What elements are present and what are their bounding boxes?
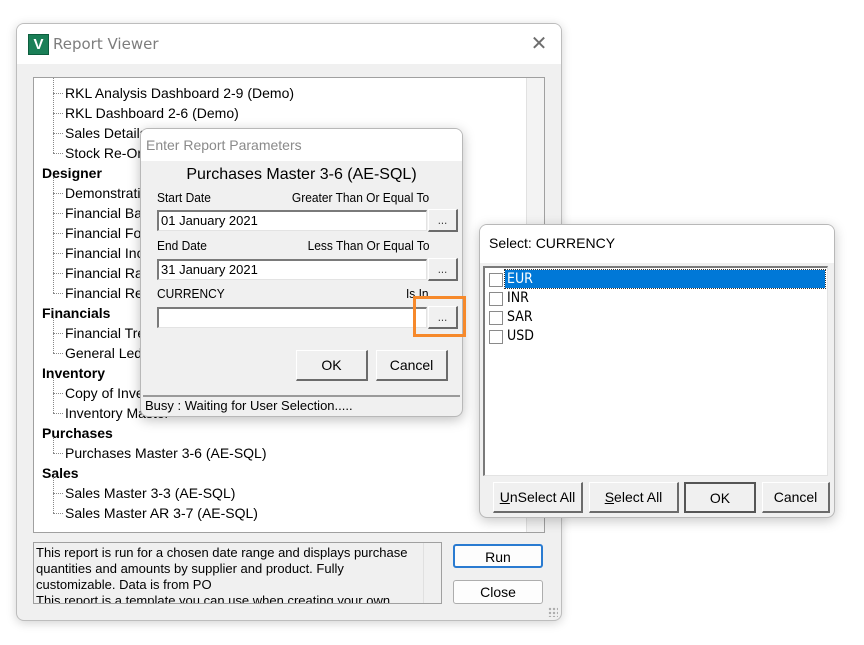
select-ok-button[interactable]: OK bbox=[684, 482, 756, 513]
currency-list-item[interactable]: SAR bbox=[487, 308, 825, 327]
currency-input[interactable] bbox=[157, 307, 427, 328]
dialog-title-bar: Enter Report Parameters bbox=[141, 129, 462, 161]
select-dialog-title: Select: CURRENCY bbox=[489, 235, 616, 251]
description-text: This report is run for a chosen date ran… bbox=[36, 545, 408, 604]
checkbox[interactable] bbox=[489, 292, 503, 306]
currency-label: EUR bbox=[504, 269, 826, 289]
tree-connector-line bbox=[53, 377, 54, 413]
tree-group[interactable]: Designer bbox=[42, 163, 102, 183]
tree-item[interactable]: Sales Master 3-3 (AE-SQL) bbox=[50, 483, 235, 503]
start-date-label: Start Date bbox=[157, 190, 211, 205]
tree-item[interactable]: Purchases Master 3-6 (AE-SQL) bbox=[50, 443, 267, 463]
currency-label: INR bbox=[507, 290, 529, 306]
description-scrollbar[interactable] bbox=[423, 543, 441, 603]
end-date-browse-button[interactable]: ... bbox=[428, 258, 458, 281]
currency-label: USD bbox=[507, 328, 534, 344]
param-cancel-button[interactable]: Cancel bbox=[376, 350, 448, 381]
title-bar: V Report Viewer ✕ bbox=[17, 24, 561, 64]
app-logo-icon: V bbox=[28, 34, 49, 55]
select-all-accel: S bbox=[604, 489, 615, 505]
report-description: This report is run for a chosen date ran… bbox=[33, 542, 442, 604]
unselect-all-button[interactable]: UnSelect All bbox=[493, 482, 583, 513]
tree-group[interactable]: Inventory bbox=[42, 363, 105, 383]
select-cancel-button[interactable]: Cancel bbox=[762, 482, 830, 513]
tree-item[interactable]: Sales Master AR 3-7 (AE-SQL) bbox=[50, 503, 258, 523]
select-all-button[interactable]: Select All bbox=[589, 482, 679, 513]
tree-item[interactable]: RKL Analysis Dashboard 2-9 (Demo) bbox=[50, 83, 294, 103]
select-all-rest: elect All bbox=[614, 489, 663, 505]
currency-list-item[interactable]: USD bbox=[487, 327, 825, 346]
tree-connector-line bbox=[53, 78, 54, 153]
currency-list-item[interactable]: EUR bbox=[487, 269, 826, 289]
currency-list-item[interactable]: INR bbox=[487, 289, 825, 308]
highlight-annotation bbox=[413, 296, 466, 337]
window-title: Report Viewer bbox=[53, 35, 159, 53]
checkbox[interactable] bbox=[489, 330, 503, 344]
unselect-all-rest: nSelect All bbox=[509, 489, 576, 505]
checkbox[interactable] bbox=[489, 273, 503, 287]
tree-item[interactable]: RKL Dashboard 2-6 (Demo) bbox=[50, 103, 239, 123]
resize-grip[interactable] bbox=[548, 607, 558, 617]
end-date-input[interactable]: 31 January 2021 bbox=[157, 259, 427, 280]
dialog-title: Enter Report Parameters bbox=[146, 137, 302, 153]
end-date-operator: Less Than Or Equal To bbox=[307, 238, 429, 253]
checkbox[interactable] bbox=[489, 311, 503, 325]
status-bar: Busy : Waiting for User Selection..... bbox=[143, 395, 460, 414]
tree-connector-line bbox=[53, 317, 54, 353]
select-currency-dialog: Select: CURRENCY EUR INR SAR USD UnSelect A… bbox=[479, 224, 835, 518]
start-date-input[interactable]: 01 January 2021 bbox=[157, 210, 427, 231]
start-date-browse-button[interactable]: ... bbox=[428, 209, 458, 232]
enter-report-parameters-dialog: Enter Report Parameters Purchases Master… bbox=[140, 128, 463, 417]
start-date-operator: Greater Than Or Equal To bbox=[291, 190, 429, 205]
select-title-bar: Select: CURRENCY bbox=[480, 225, 834, 263]
report-name-heading: Purchases Master 3-6 (AE-SQL) bbox=[186, 166, 417, 183]
close-button[interactable]: Close bbox=[453, 580, 543, 604]
tree-group[interactable]: Sales bbox=[42, 463, 79, 483]
currency-label: SAR bbox=[507, 309, 533, 325]
tree-connector-line bbox=[53, 477, 54, 513]
param-ok-button[interactable]: OK bbox=[296, 350, 368, 381]
end-date-label: End Date bbox=[157, 238, 207, 253]
close-icon[interactable]: ✕ bbox=[529, 33, 549, 53]
unselect-all-accel: U bbox=[499, 489, 510, 505]
run-button[interactable]: Run bbox=[453, 544, 543, 568]
tree-connector-line bbox=[53, 437, 54, 453]
currency-list[interactable]: EUR INR SAR USD bbox=[483, 266, 828, 476]
tree-connector-line bbox=[53, 177, 54, 293]
currency-label: CURRENCY bbox=[157, 286, 225, 301]
